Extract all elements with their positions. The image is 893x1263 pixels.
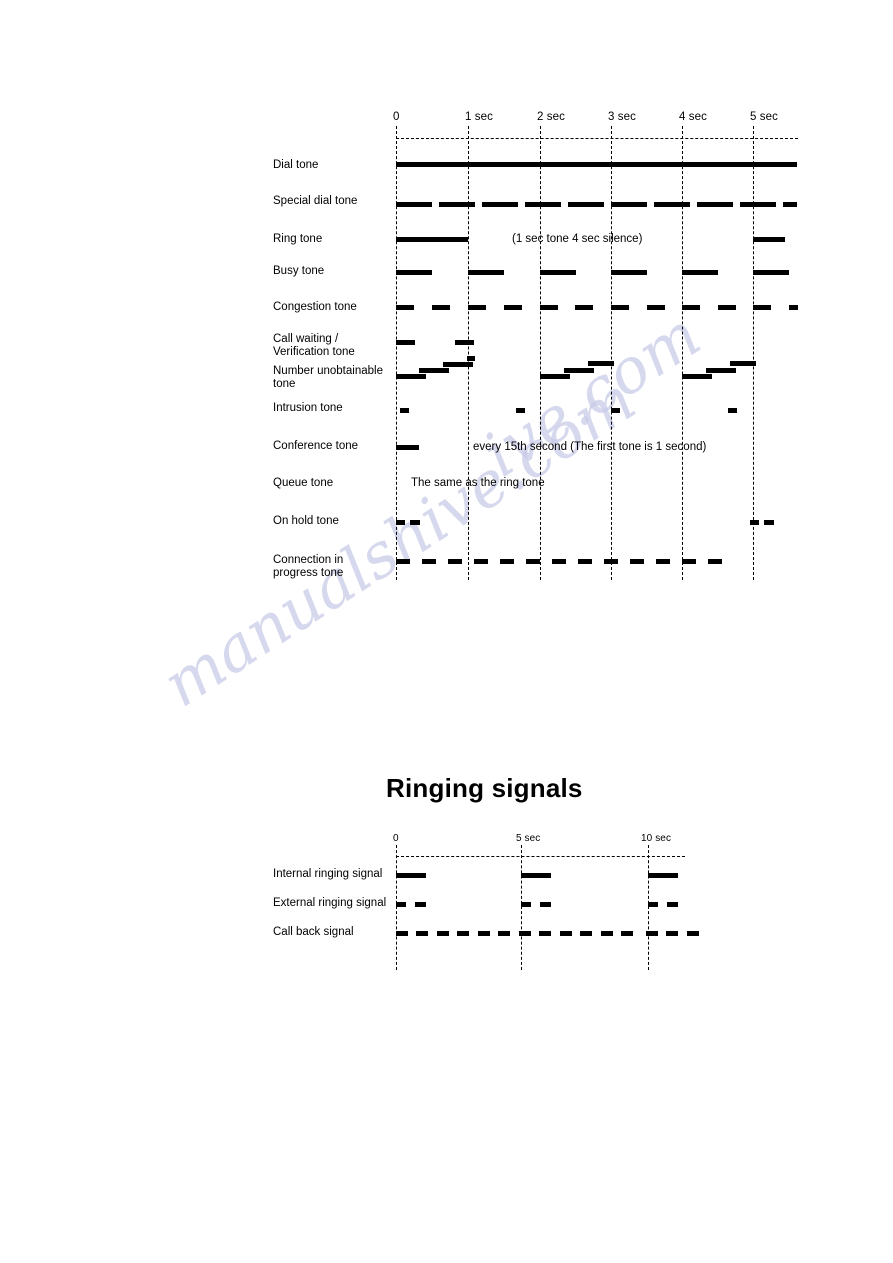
waveform-segment-external-ringing bbox=[667, 902, 678, 907]
ringing-top-rule bbox=[396, 856, 685, 857]
waveform-segment-call-back bbox=[498, 931, 510, 936]
waveform-segment-call-back bbox=[416, 931, 428, 936]
waveform-segment-external-ringing bbox=[415, 902, 426, 907]
row-label-external-ringing-signal: External ringing signal bbox=[273, 897, 387, 909]
waveform-segment-external-ringing bbox=[648, 902, 658, 907]
waveform-segment-call-back bbox=[539, 931, 551, 936]
waveform-segment-internal-ringing bbox=[521, 873, 551, 878]
row-label-internal-ringing-signal: Internal ringing signal bbox=[273, 868, 383, 880]
ringing-signals-title: Ringing signals bbox=[386, 773, 583, 803]
ringing-xtick-10: 10 sec bbox=[641, 833, 672, 844]
waveform-segment-external-ringing bbox=[521, 902, 531, 907]
waveform-segment-call-back bbox=[687, 931, 699, 936]
waveform-segment-call-back bbox=[601, 931, 613, 936]
ringing-gridline-10sec bbox=[648, 845, 649, 970]
waveform-segment-call-back bbox=[519, 931, 531, 936]
ringing-gridline-0sec bbox=[396, 845, 397, 970]
waveform-segment-external-ringing bbox=[540, 902, 551, 907]
waveform-segment-call-back bbox=[621, 931, 633, 936]
waveform-segment-call-back bbox=[580, 931, 592, 936]
waveform-segment-call-back bbox=[437, 931, 449, 936]
waveform-segment-internal-ringing bbox=[648, 873, 678, 878]
row-label-call-back-signal: Call back signal bbox=[273, 926, 354, 938]
ringing-xtick-5: 5 sec bbox=[516, 833, 541, 844]
waveform-segment-call-back bbox=[560, 931, 572, 936]
ringing-signals-timing-chart: Ringing signals 0 5 sec 10 sec Internal … bbox=[0, 0, 893, 1000]
ringing-xtick-0: 0 bbox=[393, 833, 399, 844]
waveform-segment-call-back bbox=[396, 931, 408, 936]
waveform-segment-external-ringing bbox=[396, 902, 406, 907]
waveform-segment-call-back bbox=[646, 931, 658, 936]
waveform-segment-call-back bbox=[478, 931, 490, 936]
waveform-segment-call-back bbox=[666, 931, 678, 936]
ringing-gridline-5sec bbox=[521, 845, 522, 970]
waveform-segment-internal-ringing bbox=[396, 873, 426, 878]
waveform-segment-call-back bbox=[457, 931, 469, 936]
